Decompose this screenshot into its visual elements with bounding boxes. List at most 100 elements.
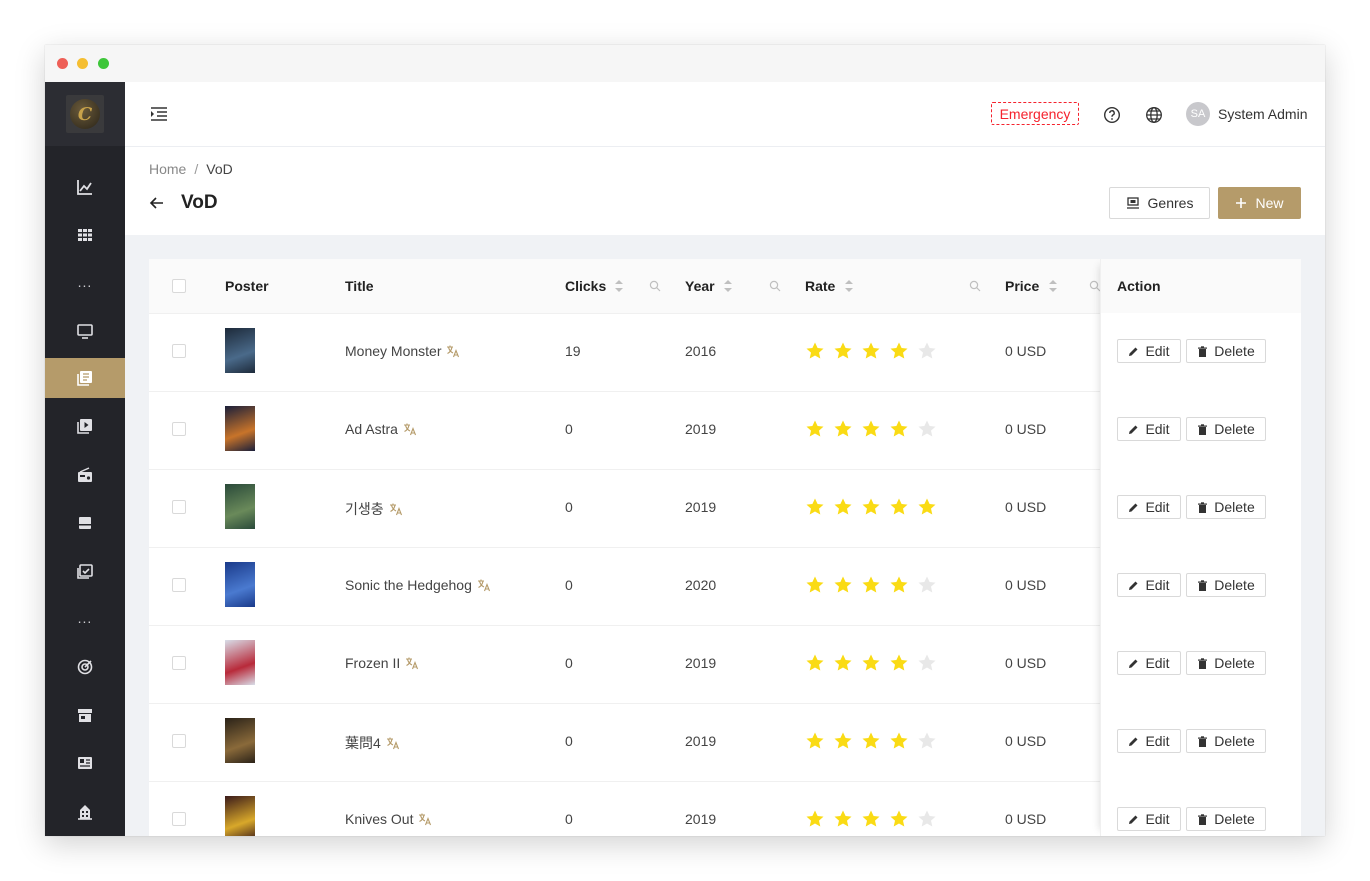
sort-icon[interactable]	[614, 279, 624, 293]
sidebar-item-vod[interactable]	[45, 358, 125, 398]
help-icon[interactable]	[1103, 106, 1121, 124]
star-icon[interactable]	[889, 731, 909, 751]
select-all-checkbox[interactable]	[172, 279, 186, 293]
sidebar-item-tv[interactable]	[45, 311, 125, 351]
edit-button[interactable]: Edit	[1117, 651, 1181, 675]
new-button[interactable]: New	[1218, 187, 1301, 219]
rating-stars[interactable]	[805, 731, 937, 751]
sort-icon[interactable]	[1048, 279, 1058, 293]
column-clicks[interactable]: Clicks	[565, 259, 606, 313]
sidebar-item-store[interactable]	[45, 695, 125, 735]
edit-button[interactable]: Edit	[1117, 339, 1181, 363]
rating-stars[interactable]	[805, 809, 937, 829]
column-price[interactable]: Price	[1005, 259, 1039, 313]
star-icon[interactable]	[917, 341, 937, 361]
globe-icon[interactable]	[1145, 106, 1163, 124]
star-icon[interactable]	[889, 809, 909, 829]
star-icon[interactable]	[861, 341, 881, 361]
maximize-window-button[interactable]	[98, 58, 109, 69]
sidebar-item-target[interactable]	[45, 647, 125, 687]
star-icon[interactable]	[861, 575, 881, 595]
star-icon[interactable]	[917, 575, 937, 595]
genres-button[interactable]: Genres	[1109, 187, 1210, 219]
translate-icon[interactable]	[477, 578, 491, 592]
row-checkbox[interactable]	[172, 656, 186, 670]
star-icon[interactable]	[833, 809, 853, 829]
minimize-window-button[interactable]	[77, 58, 88, 69]
menu-toggle-icon[interactable]	[149, 104, 169, 124]
rating-stars[interactable]	[805, 497, 937, 517]
column-rate[interactable]: Rate	[805, 259, 835, 313]
avatar[interactable]: SA	[1186, 102, 1210, 126]
title-text[interactable]: Frozen II	[345, 655, 400, 671]
search-icon[interactable]	[969, 280, 981, 292]
title-text[interactable]: Knives Out	[345, 811, 413, 827]
translate-icon[interactable]	[403, 422, 417, 436]
translate-icon[interactable]	[386, 736, 400, 750]
delete-button[interactable]: Delete	[1186, 807, 1266, 831]
edit-button[interactable]: Edit	[1117, 729, 1181, 753]
rating-stars[interactable]	[805, 653, 937, 673]
sidebar-item-radio[interactable]	[45, 455, 125, 495]
star-icon[interactable]	[861, 731, 881, 751]
translate-icon[interactable]	[405, 656, 419, 670]
title-text[interactable]: 기생충	[345, 501, 384, 517]
star-icon[interactable]	[805, 497, 825, 517]
title-text[interactable]: Sonic the Hedgehog	[345, 577, 472, 593]
star-icon[interactable]	[861, 419, 881, 439]
star-icon[interactable]	[833, 731, 853, 751]
row-checkbox[interactable]	[172, 344, 186, 358]
delete-button[interactable]: Delete	[1186, 417, 1266, 441]
delete-button[interactable]: Delete	[1186, 339, 1266, 363]
sort-icon[interactable]	[844, 279, 854, 293]
edit-button[interactable]: Edit	[1117, 807, 1181, 831]
sidebar-item-apps[interactable]	[45, 215, 125, 255]
translate-icon[interactable]	[389, 502, 403, 516]
star-icon[interactable]	[833, 575, 853, 595]
star-icon[interactable]	[889, 341, 909, 361]
star-icon[interactable]	[917, 497, 937, 517]
rating-stars[interactable]	[805, 341, 937, 361]
star-icon[interactable]	[917, 653, 937, 673]
breadcrumb-home[interactable]: Home	[149, 161, 186, 177]
star-icon[interactable]	[833, 419, 853, 439]
search-icon[interactable]	[649, 280, 661, 292]
star-icon[interactable]	[861, 653, 881, 673]
emergency-button[interactable]: Emergency	[991, 102, 1079, 125]
rating-stars[interactable]	[805, 575, 937, 595]
user-name[interactable]: System Admin	[1218, 106, 1307, 122]
delete-button[interactable]: Delete	[1186, 651, 1266, 675]
title-text[interactable]: Money Monster	[345, 343, 441, 359]
star-icon[interactable]	[889, 497, 909, 517]
edit-button[interactable]: Edit	[1117, 417, 1181, 441]
sidebar-item-dashboard[interactable]	[45, 167, 125, 207]
row-checkbox[interactable]	[172, 422, 186, 436]
row-checkbox[interactable]	[172, 812, 186, 826]
star-icon[interactable]	[805, 419, 825, 439]
delete-button[interactable]: Delete	[1186, 729, 1266, 753]
star-icon[interactable]	[805, 575, 825, 595]
title-text[interactable]: 葉問4	[345, 735, 381, 751]
star-icon[interactable]	[861, 497, 881, 517]
star-icon[interactable]	[833, 341, 853, 361]
star-icon[interactable]	[833, 497, 853, 517]
star-icon[interactable]	[805, 809, 825, 829]
delete-button[interactable]: Delete	[1186, 495, 1266, 519]
star-icon[interactable]	[805, 731, 825, 751]
edit-button[interactable]: Edit	[1117, 573, 1181, 597]
row-checkbox[interactable]	[172, 500, 186, 514]
star-icon[interactable]	[833, 653, 853, 673]
star-icon[interactable]	[861, 809, 881, 829]
star-icon[interactable]	[917, 809, 937, 829]
edit-button[interactable]: Edit	[1117, 495, 1181, 519]
sidebar-item-news[interactable]	[45, 743, 125, 783]
sidebar-item-building[interactable]	[45, 792, 125, 832]
star-icon[interactable]	[917, 419, 937, 439]
sidebar-item-video[interactable]	[45, 406, 125, 446]
star-icon[interactable]	[889, 653, 909, 673]
translate-icon[interactable]	[446, 344, 460, 358]
rating-stars[interactable]	[805, 419, 937, 439]
star-icon[interactable]	[805, 653, 825, 673]
star-icon[interactable]	[917, 731, 937, 751]
title-text[interactable]: Ad Astra	[345, 421, 398, 437]
